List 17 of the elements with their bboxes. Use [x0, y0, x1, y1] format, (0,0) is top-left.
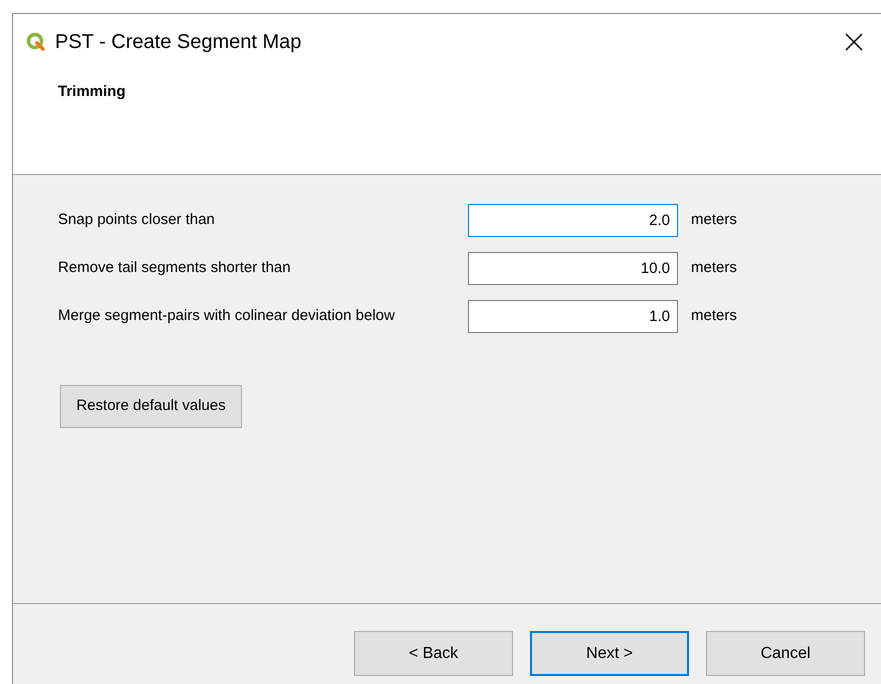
field-label: Remove tail segments shorter than: [58, 258, 292, 278]
page-title: Trimming: [58, 83, 126, 100]
wizard-button[interactable]: < Back: [354, 631, 513, 676]
unit-label: meters: [691, 306, 737, 326]
wizard-button[interactable]: Next >: [530, 631, 689, 676]
number-input-field[interactable]: 2.0: [468, 204, 678, 237]
field-label: Snap points closer than: [58, 210, 216, 230]
restore-defaults-button[interactable]: Restore default values: [60, 385, 242, 428]
app-logo-icon: [26, 32, 46, 52]
unit-label: meters: [691, 258, 737, 278]
number-input-field[interactable]: 10.0: [468, 252, 678, 285]
close-icon[interactable]: [845, 33, 863, 51]
field-label: Merge segment-pairs with colinear deviation below: [58, 306, 396, 326]
number-input-field[interactable]: 1.0: [468, 300, 678, 333]
window-title: PST - Create Segment Map: [55, 30, 302, 55]
unit-label: meters: [691, 210, 737, 230]
wizard-button[interactable]: Cancel: [706, 631, 865, 676]
